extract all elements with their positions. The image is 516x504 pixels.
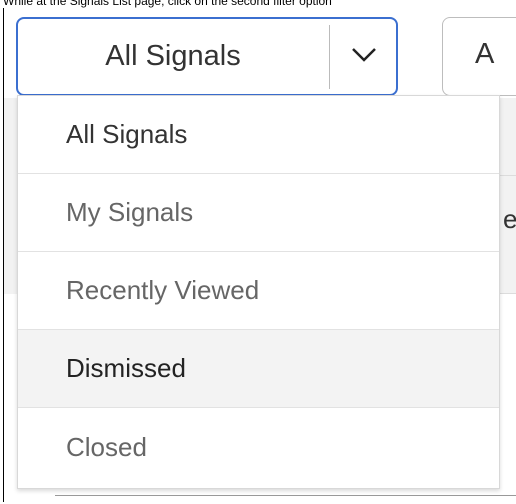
table-cell-partial-text: e — [503, 204, 516, 234]
option-recently-viewed[interactable]: Recently Viewed — [18, 252, 499, 330]
select-divider — [329, 25, 330, 89]
page-divider — [55, 495, 516, 496]
table-row-divider — [500, 293, 516, 294]
table-row-divider — [500, 175, 516, 176]
option-dismissed[interactable]: Dismissed — [18, 330, 499, 408]
second-filter-label: A — [475, 38, 495, 70]
second-filter-select[interactable]: A — [442, 17, 516, 96]
chevron-down-icon[interactable] — [346, 37, 382, 73]
option-all-signals[interactable]: All Signals — [18, 96, 499, 174]
instruction-caption: While at the Signals List page, click on… — [3, 0, 332, 8]
signals-filter-select[interactable]: All Signals — [16, 17, 398, 96]
option-my-signals[interactable]: My Signals — [18, 174, 499, 252]
signals-filter-dropdown: All Signals My Signals Recently Viewed D… — [17, 95, 500, 489]
option-closed[interactable]: Closed — [18, 408, 499, 486]
signals-filter-selected-value: All Signals — [105, 40, 241, 72]
